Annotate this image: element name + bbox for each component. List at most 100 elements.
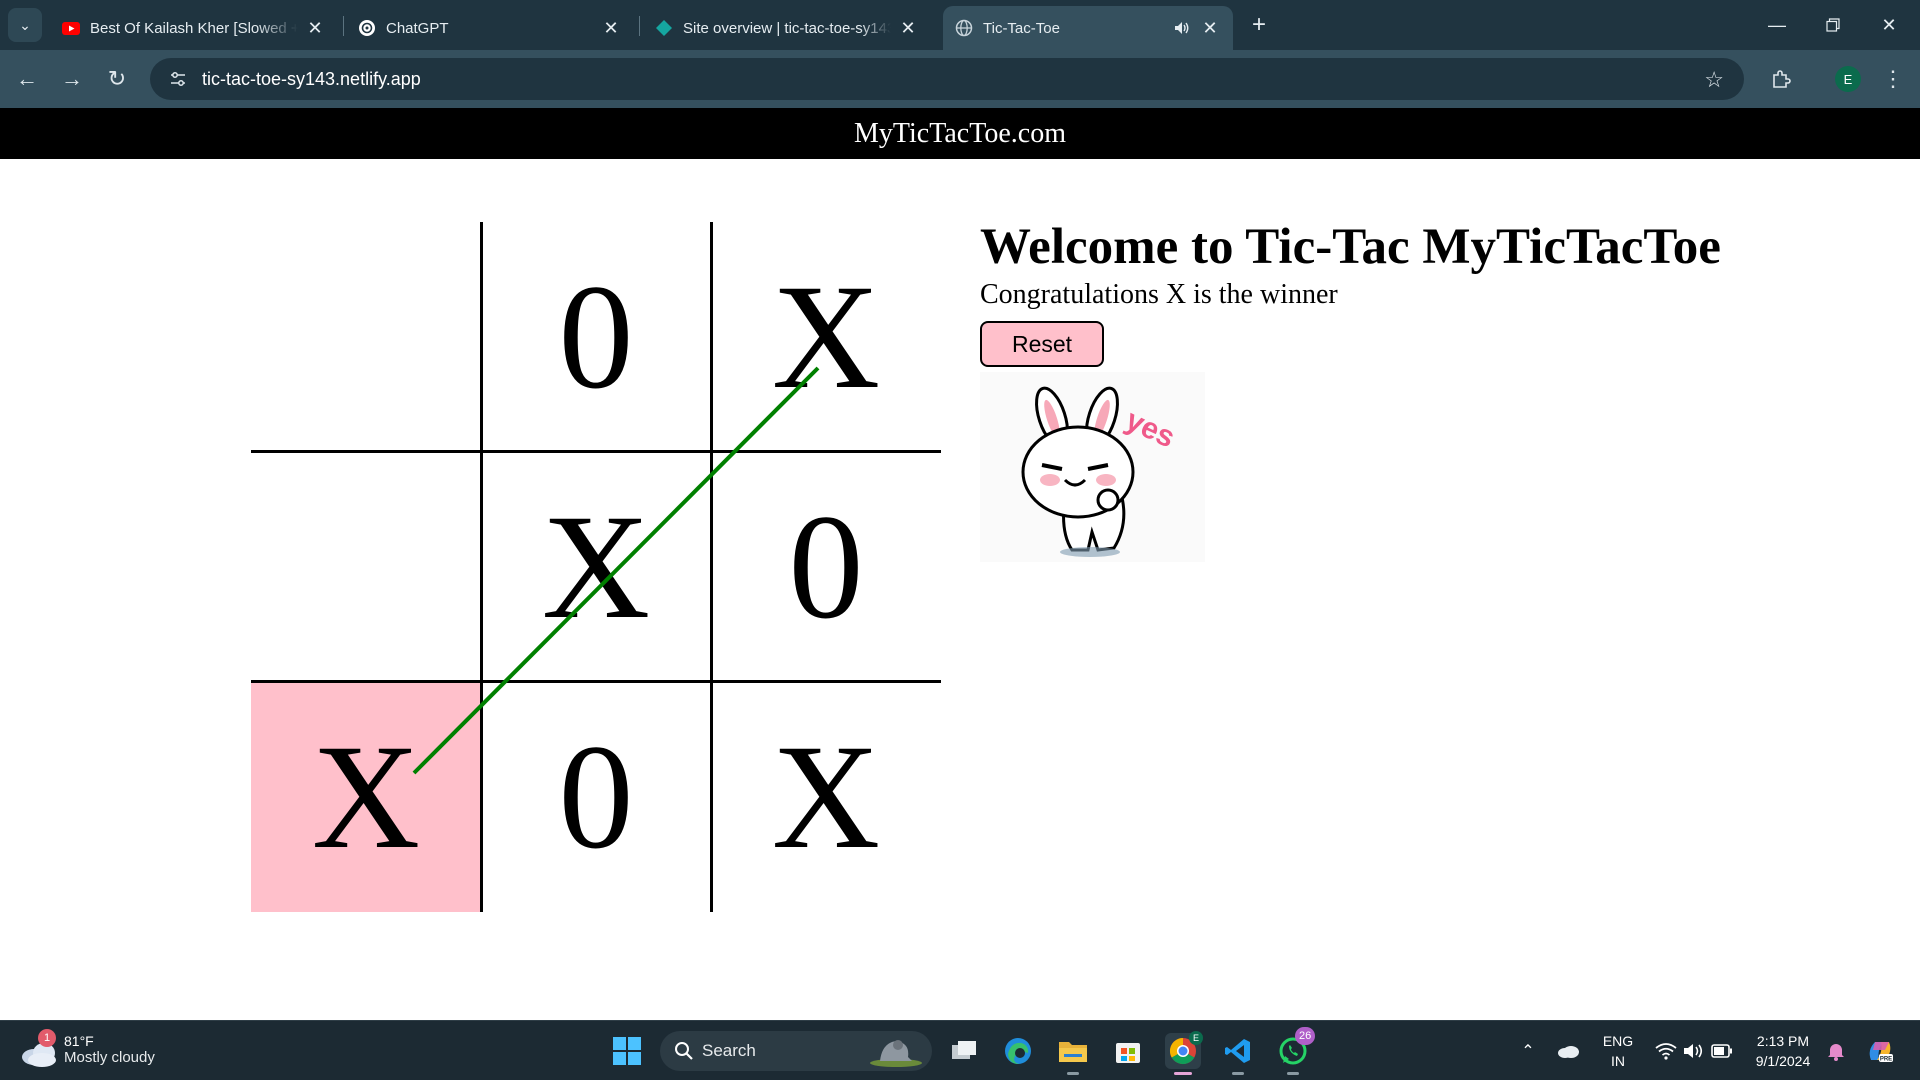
board-cell[interactable]: X (251, 682, 481, 912)
weather-badge: 1 (38, 1029, 56, 1047)
back-button[interactable]: ← (10, 62, 44, 96)
lang-text: ENG (1602, 1033, 1634, 1049)
volume-icon (1684, 1044, 1703, 1058)
time-text: 2:13 PM (1756, 1033, 1810, 1049)
board-cell[interactable] (251, 222, 481, 452)
battery-icon (1711, 1044, 1732, 1058)
edge-icon (1005, 1038, 1031, 1064)
netlify-icon (655, 19, 673, 37)
tab-title: Tic-Tac-Toe (983, 19, 1060, 37)
wifi-icon (1655, 1043, 1677, 1060)
tab-youtube[interactable]: Best Of Kailash Kher [Slowed + Reverb] ✕ (50, 6, 338, 50)
close-window-button[interactable]: ✕ (1866, 8, 1912, 42)
clock[interactable]: 2:13 PM 9/1/2024 (1748, 1031, 1818, 1071)
new-tab-button[interactable]: + (1244, 10, 1274, 40)
puzzle-icon (1773, 70, 1791, 88)
running-indicator (1232, 1072, 1244, 1075)
board-cell[interactable]: X (711, 682, 941, 912)
whatsapp-badge: 26 (1295, 1027, 1316, 1045)
board-cell[interactable]: 0 (481, 682, 711, 912)
taskbar-chrome[interactable]: E (1165, 1031, 1203, 1075)
close-tab-icon[interactable]: ✕ (600, 17, 622, 39)
weather-condition: Mostly cloudy (64, 1048, 155, 1066)
running-indicator (1067, 1072, 1079, 1075)
yes-text: yes (1120, 403, 1179, 454)
tab-search-button[interactable]: ⌄ (8, 8, 42, 42)
input-language[interactable]: ENG IN (1598, 1031, 1638, 1071)
board-cell[interactable]: 0 (481, 222, 711, 452)
taskbar-whatsapp[interactable]: 26 (1275, 1027, 1316, 1075)
tab-title: Best Of Kailash Kher [Slowed + Reverb] (90, 19, 298, 37)
arrow-left-icon: ← (16, 66, 38, 91)
tab-netlify[interactable]: Site overview | tic-tac-toe-sy143 ✕ (643, 6, 931, 50)
celebration-bunny-image: yes (980, 372, 1205, 562)
chevron-up-icon: ⌃ (1521, 1043, 1535, 1060)
game-info: Welcome to Tic-Tac MyTicTacToe Congratul… (980, 222, 1721, 367)
grid-line (251, 450, 941, 453)
reload-button[interactable]: ↻ (100, 62, 134, 96)
chatgpt-icon (358, 19, 376, 37)
tab-title: ChatGPT (386, 19, 449, 37)
copilot-button[interactable]: PRE (1862, 1033, 1898, 1069)
task-view-button[interactable] (946, 1033, 982, 1069)
show-hidden-icons-button[interactable]: ⌃ (1510, 1033, 1546, 1069)
forward-button[interactable]: → (55, 62, 89, 96)
close-tab-icon[interactable]: ✕ (304, 17, 326, 39)
youtube-icon (62, 19, 80, 37)
bell-icon (1828, 1044, 1844, 1061)
network-volume-battery[interactable] (1644, 1033, 1744, 1069)
arrow-right-icon: → (61, 66, 83, 91)
gorilla-bing-icon (868, 1035, 924, 1072)
running-indicator (1287, 1072, 1299, 1075)
grid-line (710, 222, 713, 912)
tab-tic-tac-toe[interactable]: Tic-Tac-Toe ✕ (943, 6, 1233, 50)
date-text: 9/1/2024 (1755, 1053, 1811, 1069)
minimize-button[interactable]: — (1754, 8, 1800, 42)
site-settings-icon[interactable] (158, 58, 198, 100)
vscode-icon (1225, 1039, 1250, 1063)
search-label: Search (702, 1041, 756, 1060)
kebab-menu-icon: ⋮ (1882, 66, 1904, 91)
start-button[interactable] (609, 1033, 645, 1069)
extensions-button[interactable] (1764, 62, 1798, 96)
page-title: Welcome to Tic-Tac MyTicTacToe (980, 219, 1721, 275)
weather-widget[interactable]: 1 81°F Mostly cloudy (20, 1029, 155, 1069)
profile-avatar[interactable]: E (1835, 66, 1861, 92)
taskbar-file-explorer[interactable] (1055, 1033, 1091, 1075)
globe-icon (955, 19, 973, 37)
url-text[interactable]: tic-tac-toe-sy143.netlify.app (202, 69, 421, 90)
board-cell[interactable]: 0 (711, 452, 941, 682)
site-header: MyTicTacToe.com (0, 108, 1920, 159)
address-bar[interactable]: tic-tac-toe-sy143.netlify.app ☆ (150, 58, 1744, 100)
taskbar-edge[interactable] (1000, 1033, 1036, 1069)
bookmark-star-icon[interactable]: ☆ (1704, 67, 1724, 93)
tab-divider (639, 16, 640, 36)
board-cell[interactable]: X (481, 452, 711, 682)
tab-divider (343, 16, 344, 36)
chevron-down-icon: ⌄ (19, 16, 31, 33)
taskbar-store[interactable] (1110, 1033, 1146, 1069)
game-board: 0 X X 0 X 0 X (251, 222, 941, 912)
onedrive-icon[interactable] (1550, 1033, 1586, 1069)
tab-chatgpt[interactable]: ChatGPT ✕ (346, 6, 634, 50)
windows-icon (613, 1037, 641, 1065)
tab-title: Site overview | tic-tac-toe-sy143 (683, 19, 891, 37)
restore-button[interactable] (1810, 8, 1856, 42)
taskbar: 1 81°F Mostly cloudy Search E 26 ⌃ ENG I… (0, 1020, 1920, 1080)
taskbar-search[interactable]: Search (660, 1031, 932, 1071)
copilot-icon: PRE (1869, 1042, 1893, 1063)
grid-line (251, 680, 941, 683)
speaker-icon[interactable] (1171, 21, 1193, 35)
folder-icon (1059, 1042, 1087, 1062)
region-text: IN (1611, 1053, 1625, 1069)
notifications-button[interactable] (1818, 1033, 1854, 1069)
menu-button[interactable]: ⋮ (1876, 62, 1910, 96)
board-cell[interactable] (251, 452, 481, 682)
close-tab-icon[interactable]: ✕ (1199, 17, 1221, 39)
store-icon (1116, 1043, 1140, 1063)
close-tab-icon[interactable]: ✕ (897, 17, 919, 39)
browser-toolbar: ← → ↻ tic-tac-toe-sy143.netlify.app ☆ E … (0, 50, 1920, 108)
taskbar-vscode[interactable] (1220, 1033, 1256, 1075)
board-cell[interactable]: X (711, 222, 941, 452)
reset-button[interactable]: Reset (980, 321, 1104, 367)
